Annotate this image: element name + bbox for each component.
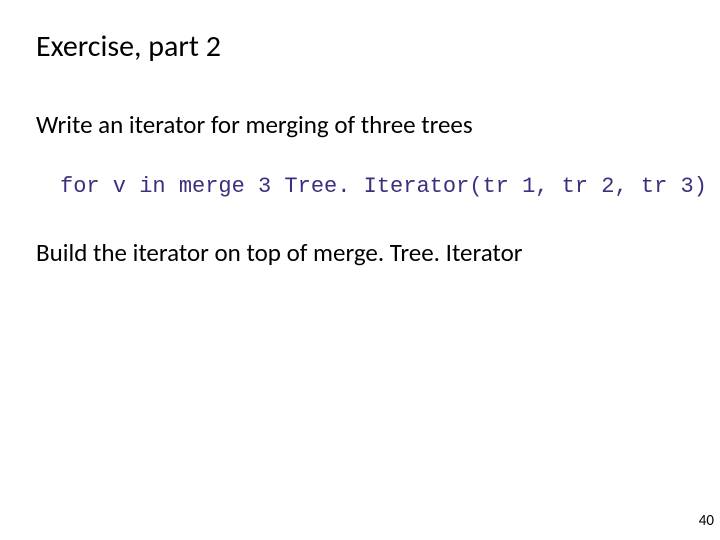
page-number: 40 xyxy=(699,512,714,530)
code-snippet: for v in merge 3 Tree. Iterator(tr 1, tr… xyxy=(60,174,684,199)
intro-text: Write an iterator for merging of three t… xyxy=(36,109,684,140)
slide: Exercise, part 2 Write an iterator for m… xyxy=(0,0,720,540)
slide-title: Exercise, part 2 xyxy=(36,28,684,65)
instruction-text: Build the iterator on top of merge. Tree… xyxy=(36,237,684,268)
